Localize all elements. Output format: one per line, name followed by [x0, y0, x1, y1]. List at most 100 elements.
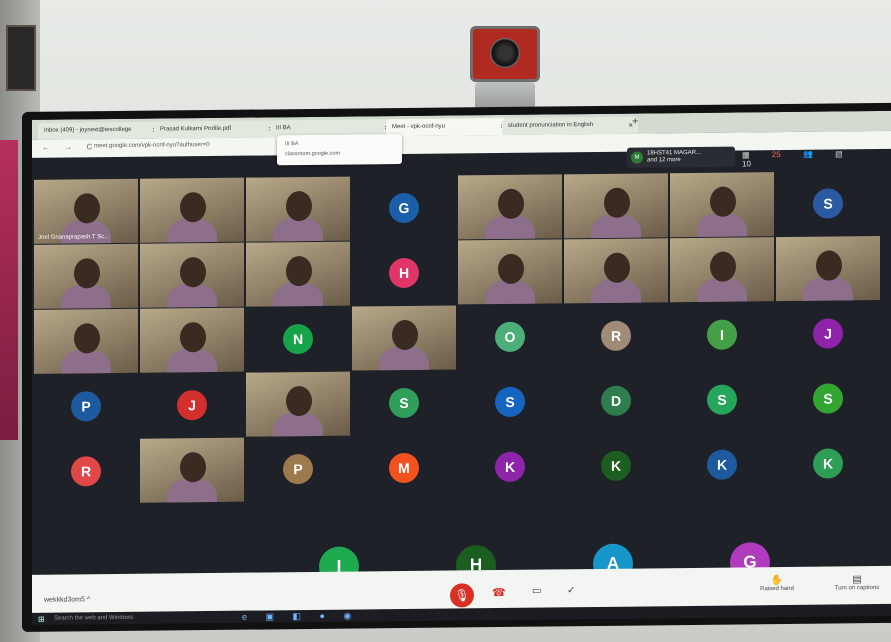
leave-call-button[interactable]: ☎ [492, 586, 506, 599]
clock-text: 10 [742, 159, 751, 169]
participant-tile[interactable]: J [140, 373, 244, 438]
participant-tile[interactable] [140, 437, 244, 503]
participant-tile[interactable]: K [458, 434, 562, 499]
participant-tile[interactable] [670, 237, 774, 303]
participant-face [709, 251, 736, 282]
participant-tile[interactable] [34, 243, 138, 309]
presenter-chip[interactable]: M 18HST41 MAGAR... and 12 more [627, 146, 735, 168]
participant-tile[interactable]: P [34, 374, 138, 439]
participant-tile[interactable] [246, 241, 350, 307]
mic-off-button[interactable]: 🎙 [450, 583, 474, 608]
participant-tile[interactable] [458, 239, 562, 305]
participant-tile[interactable]: Joel Gnanaprapash T Sc... [34, 178, 138, 244]
taskbar-search[interactable]: Search the web and Windows [54, 615, 133, 622]
participant-tile[interactable] [246, 176, 350, 242]
participant-tile[interactable]: S [458, 369, 562, 434]
participant-avatar: H [389, 257, 419, 289]
participant-tile[interactable] [458, 174, 562, 240]
captions-button[interactable]: ▤ Turn on captions [822, 574, 891, 592]
url-input[interactable]: meet.google.com/vpk-ocnf-nyu?authuser=0 [94, 142, 210, 149]
pink-curtain [0, 140, 18, 440]
participant-tile[interactable] [564, 173, 668, 239]
participant-avatar: S [813, 383, 843, 414]
participant-tile[interactable] [140, 177, 244, 243]
participant-tile[interactable]: S [776, 171, 880, 236]
webcam [470, 26, 540, 82]
participant-face [179, 452, 206, 483]
tab-label: student pronunciation in English [508, 122, 594, 129]
meeting-code: wekkkd3om5 [44, 596, 85, 604]
participant-tile[interactable]: K [670, 432, 774, 497]
participant-tile[interactable]: J [776, 301, 880, 366]
presenter-avatar: M [631, 151, 643, 164]
participant-tile[interactable]: S [776, 366, 880, 431]
participant-tile[interactable] [352, 305, 456, 371]
participant-tile[interactable]: R [34, 439, 138, 504]
people-icon[interactable]: 👥 [803, 150, 813, 159]
taskbar-apps[interactable]: e ▣ ◧ ● ◉ [242, 610, 359, 622]
presenter-text: 18HST41 MAGAR... and 12 more [647, 150, 701, 165]
chevron-up-icon: ^ [86, 596, 91, 604]
participant-tile[interactable] [776, 236, 880, 302]
captions-label: Turn on captions [834, 585, 880, 592]
participant-avatar: K [601, 450, 631, 481]
participant-tile[interactable]: P [246, 437, 350, 502]
participant-tile[interactable] [564, 238, 668, 304]
presenter-name: 18HST41 MAGAR... [647, 149, 702, 157]
participant-avatar: P [283, 453, 313, 485]
participant-tile[interactable]: H [352, 240, 456, 305]
participant-avatar: J [177, 390, 207, 421]
tab-meet[interactable]: Meet - vpk-ocnf-nyu × [386, 117, 510, 137]
check-icon[interactable]: ✓ [567, 585, 575, 596]
chat-icon[interactable]: ▤ [835, 149, 843, 158]
participant-face [73, 323, 100, 354]
presenter-more: and 12 more [647, 157, 681, 164]
participant-tile[interactable]: N [246, 307, 350, 372]
participant-tile[interactable] [140, 242, 244, 308]
meet-top-icons: ▦ 25 👥 ▤ 10 [742, 149, 891, 169]
participant-avatar: O [495, 321, 525, 353]
participant-tile[interactable] [670, 172, 774, 238]
participant-count[interactable]: 25 [772, 150, 781, 159]
participant-face [815, 250, 842, 281]
participant-tile[interactable]: D [564, 368, 668, 433]
participant-face [179, 322, 206, 353]
participant-face [497, 253, 524, 285]
participant-avatar: P [71, 391, 101, 422]
participant-avatar: R [601, 320, 631, 351]
tab-pronunciation[interactable]: student pronunciation in English × [502, 116, 638, 135]
participant-tile[interactable]: K [776, 431, 880, 496]
participant-tile[interactable] [34, 308, 138, 374]
tooltip-url: classroom.google.com [285, 150, 341, 158]
windows-start-icon[interactable]: ⊞ [38, 615, 45, 624]
participant-avatar: G [389, 192, 419, 224]
participant-tile[interactable] [246, 371, 350, 437]
participant-avatar: S [389, 387, 419, 419]
layout-icon[interactable]: ▦ [742, 150, 750, 159]
participant-tile[interactable]: O [458, 304, 562, 369]
participant-tile[interactable]: I [670, 302, 774, 367]
camera-button[interactable]: ▭ [532, 586, 541, 597]
participant-avatar: J [813, 318, 843, 349]
raise-hand-button[interactable]: ✋ Raised hand [752, 575, 802, 593]
participant-tile[interactable] [140, 307, 244, 373]
participant-face [497, 188, 524, 220]
participant-tile[interactable]: G [352, 175, 456, 240]
participant-tile[interactable]: S [670, 367, 774, 432]
participant-tile[interactable]: K [564, 433, 668, 498]
participant-avatar: K [707, 449, 737, 480]
nav-buttons[interactable]: ← → C [42, 142, 98, 152]
tab-profile-pdf[interactable]: Prasad Kulkarni Profile.pdf × [154, 120, 278, 139]
tab-label: Prasad Kulkarni Profile.pdf [160, 125, 232, 133]
participant-avatar: R [71, 456, 101, 487]
meeting-details[interactable]: wekkkd3om5 ^ [44, 596, 90, 603]
tab-inbox[interactable]: Inbox (409) - joynext@iescollege × [38, 121, 162, 140]
participant-tile[interactable]: M [352, 435, 456, 500]
participant-avatar: M [389, 452, 419, 484]
participant-face [603, 187, 630, 218]
participant-avatar: D [601, 385, 631, 416]
participant-tile[interactable]: R [564, 303, 668, 368]
participant-tile[interactable]: S [352, 370, 456, 435]
participant-avatar: S [813, 188, 843, 219]
new-tab-button[interactable]: + [632, 116, 638, 128]
